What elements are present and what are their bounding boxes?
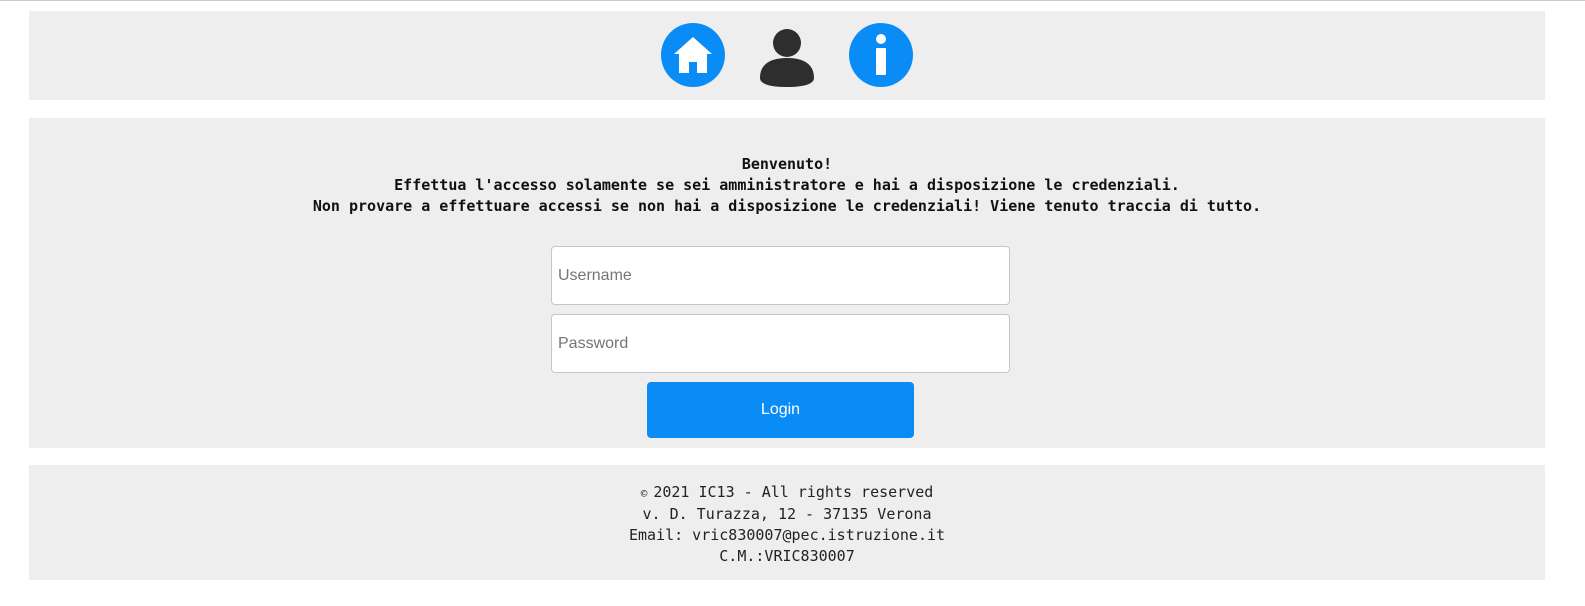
top-divider <box>0 0 1585 1</box>
nav-icons <box>29 23 1545 87</box>
footer-address: v. D. Turazza, 12 - 37135 Verona <box>642 505 932 523</box>
username-input[interactable] <box>551 246 1010 305</box>
copyright-symbol: © <box>640 487 648 500</box>
home-icon[interactable] <box>661 23 725 87</box>
footer-copyright: © 2021 IC13 - All rights reserved <box>29 482 1545 504</box>
nav-bar <box>29 11 1545 100</box>
login-button[interactable]: Login <box>647 382 914 438</box>
copyright-text: 2021 IC13 - All rights reserved <box>653 483 934 501</box>
footer-school-code: C.M.:VRIC830007 <box>719 547 855 565</box>
info-icon[interactable] <box>849 23 913 87</box>
welcome-message: Benvenuto! Effettua l'accesso solamente … <box>29 154 1545 217</box>
footer: © 2021 IC13 - All rights reserved v. D. T… <box>29 465 1545 580</box>
user-icon[interactable] <box>755 23 819 87</box>
welcome-warning: Non provare a effettuare accessi se non … <box>312 197 1262 215</box>
welcome-title: Benvenuto! <box>741 155 833 173</box>
login-panel: Benvenuto! Effettua l'accesso solamente … <box>29 118 1545 448</box>
footer-email: Email: vric830007@pec.istruzione.it <box>628 526 946 544</box>
welcome-instruction: Effettua l'accesso solamente se sei ammi… <box>394 176 1180 194</box>
password-input[interactable] <box>551 314 1010 373</box>
